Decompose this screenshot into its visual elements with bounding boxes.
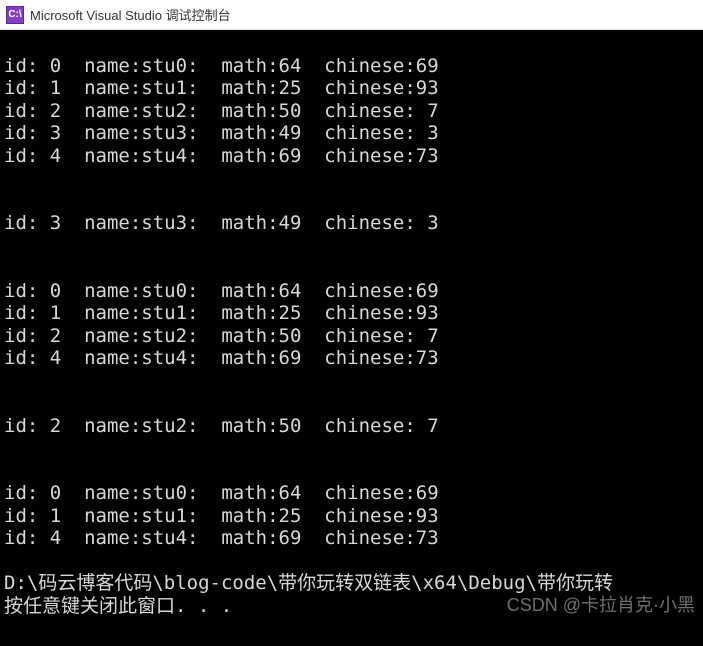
output-line: id: 0 name:stu0: math:64 chinese:69 — [4, 482, 439, 504]
output-line: id: 0 name:stu0: math:64 chinese:69 — [4, 280, 439, 302]
output-line: id: 3 name:stu3: math:49 chinese: 3 — [4, 122, 439, 144]
output-line: id: 1 name:stu1: math:25 chinese:93 — [4, 302, 439, 324]
output-line: id: 2 name:stu2: math:50 chinese: 7 — [4, 415, 439, 437]
output-line: id: 4 name:stu4: math:69 chinese:73 — [4, 527, 439, 549]
output-line: id: 4 name:stu4: math:69 chinese:73 — [4, 145, 439, 167]
console-output[interactable]: id: 0 name:stu0: math:64 chinese:69 id: … — [0, 30, 703, 646]
output-line: id: 2 name:stu2: math:50 chinese: 7 — [4, 100, 439, 122]
watermark-text: CSDN @卡拉肖克·小黑 — [507, 594, 695, 617]
output-line: id: 1 name:stu1: math:25 chinese:93 — [4, 505, 439, 527]
output-line: id: 2 name:stu2: math:50 chinese: 7 — [4, 325, 439, 347]
footer-prompt: 按任意键关闭此窗口. . . — [4, 595, 232, 617]
footer-path: D:\码云博客代码\blog-code\带你玩转双链表\x64\Debug\带你… — [4, 572, 613, 594]
output-line: id: 3 name:stu3: math:49 chinese: 3 — [4, 212, 439, 234]
output-line: id: 4 name:stu4: math:69 chinese:73 — [4, 347, 439, 369]
window-title: Microsoft Visual Studio 调试控制台 — [30, 5, 231, 24]
titlebar: C:\ Microsoft Visual Studio 调试控制台 — [0, 0, 703, 30]
vs-icon: C:\ — [6, 6, 24, 24]
output-line: id: 1 name:stu1: math:25 chinese:93 — [4, 77, 439, 99]
output-line: id: 0 name:stu0: math:64 chinese:69 — [4, 55, 439, 77]
